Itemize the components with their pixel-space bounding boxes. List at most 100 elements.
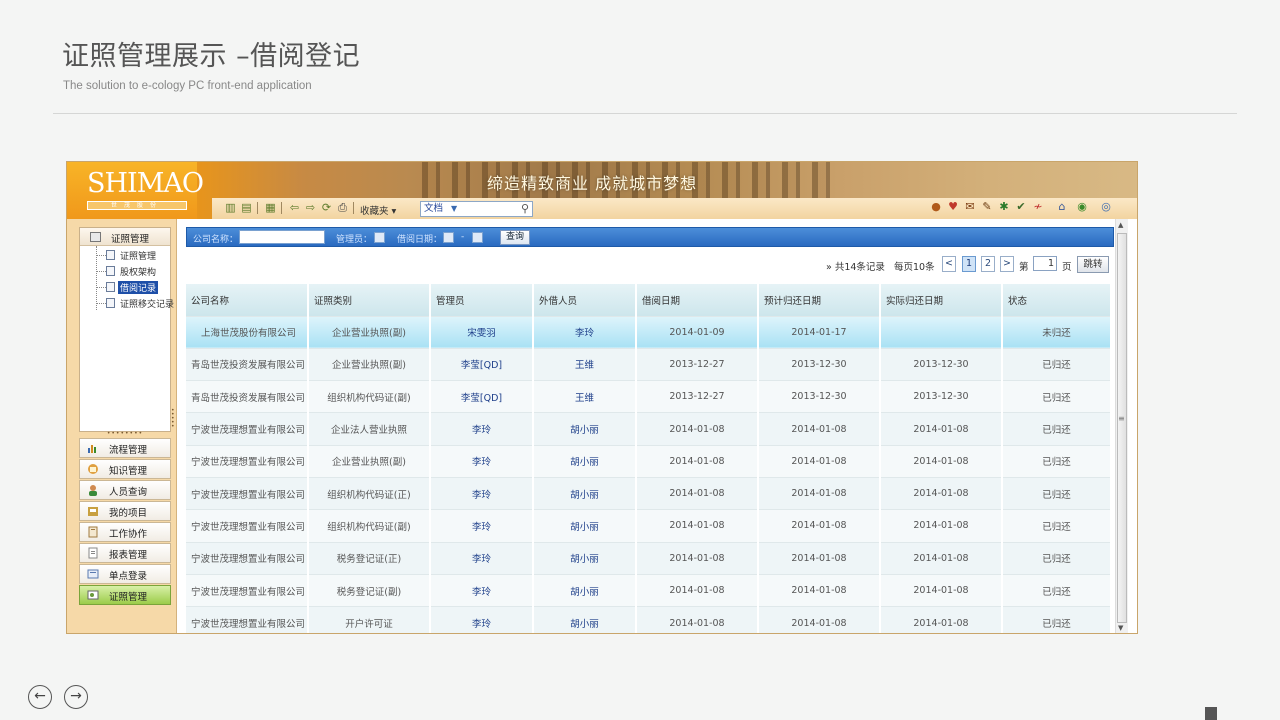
heart-icon[interactable]: ♥ bbox=[946, 200, 960, 214]
manager-cell[interactable]: 李玲 bbox=[430, 444, 534, 478]
certificate-type-cell: 组织机构代码证(副) bbox=[308, 509, 431, 543]
layout-rows-icon[interactable]: ▤ bbox=[240, 202, 253, 214]
borrow-date-cell: 2014-01-08 bbox=[636, 606, 759, 633]
manager-cell[interactable]: 李玲 bbox=[430, 412, 534, 446]
query-button[interactable]: 查询 bbox=[500, 230, 530, 245]
sidebar-panel-header[interactable]: 证照管理 bbox=[80, 228, 170, 246]
print-icon[interactable]: ⎙ bbox=[336, 202, 349, 214]
help-icon[interactable]: ◉ bbox=[1075, 200, 1089, 214]
menu-item-flow[interactable]: 流程管理 bbox=[79, 438, 171, 458]
menu-item-certificates[interactable]: 证照管理 bbox=[79, 585, 171, 605]
table-row[interactable]: 宁波世茂理想置业有限公司 企业法人营业执照 李玲 胡小丽 2014-01-08 2014-… bbox=[186, 412, 1112, 446]
calendar-from-icon[interactable] bbox=[443, 232, 454, 243]
next-page-button[interactable]: > bbox=[1000, 256, 1014, 272]
home-icon[interactable]: ⌂ bbox=[1055, 200, 1069, 214]
menu-item-label: 报表管理 bbox=[109, 550, 148, 561]
company-cell: 上海世茂股份有限公司 bbox=[186, 315, 309, 349]
menu-item-sso[interactable]: 单点登录 bbox=[79, 564, 171, 584]
corner-mark bbox=[1205, 707, 1217, 720]
tools-icon[interactable]: ✎ bbox=[980, 200, 994, 214]
manager-cell[interactable]: 李玲 bbox=[430, 606, 534, 633]
table-row[interactable]: 青岛世茂投资发展有限公司 组织机构代码证(副) 李莹[QD] 王维 2013-12-27… bbox=[186, 380, 1112, 413]
table-row[interactable]: 宁波世茂理想置业有限公司 开户许可证 李玲 胡小丽 2014-01-08 2014-01-… bbox=[186, 606, 1112, 633]
borrower-cell[interactable]: 胡小丽 bbox=[533, 541, 637, 575]
borrower-cell[interactable]: 胡小丽 bbox=[533, 606, 637, 633]
document-type-select[interactable]: 文档 ▼ ⚲ bbox=[420, 201, 533, 217]
column-header[interactable]: 实际归还日期 bbox=[880, 284, 1003, 316]
column-header[interactable]: 管理员 bbox=[430, 284, 534, 316]
column-header[interactable]: 预计归还日期 bbox=[758, 284, 881, 316]
calendar-to-icon[interactable] bbox=[472, 232, 483, 243]
sidebar-tree-panel: 证照管理 证照管理 股权架构 借阅记录 证照移交记录 bbox=[79, 227, 174, 432]
column-header[interactable]: 外借人员 bbox=[533, 284, 637, 316]
actual-return-cell: 2014-01-08 bbox=[880, 541, 1003, 575]
manager-cell[interactable]: 李玲 bbox=[430, 541, 534, 575]
borrower-cell[interactable]: 胡小丽 bbox=[533, 573, 637, 607]
signal-icon[interactable]: ≁ bbox=[1031, 200, 1045, 214]
column-header[interactable]: 公司名称 bbox=[186, 284, 309, 316]
toolbar-separator bbox=[281, 202, 282, 214]
plugin-icon[interactable]: ✱ bbox=[997, 200, 1011, 214]
table-row[interactable]: 青岛世茂投资发展有限公司 企业营业执照(副) 李莹[QD] 王维 2013-12-27 2… bbox=[186, 347, 1112, 381]
vertical-splitter[interactable]: • • • • • bbox=[171, 408, 175, 439]
horizontal-splitter[interactable]: •••••••• bbox=[105, 431, 145, 437]
manager-cell[interactable]: 李莹[QD] bbox=[430, 347, 534, 381]
borrower-cell[interactable]: 胡小丽 bbox=[533, 444, 637, 478]
table-row[interactable]: 宁波世茂理想置业有限公司 税务登记证(副) 李玲 胡小丽 2014-01-08 2014-… bbox=[186, 573, 1112, 607]
layout-columns-icon[interactable]: ▥ bbox=[224, 202, 237, 214]
search-icon[interactable]: ⚲ bbox=[521, 202, 529, 216]
slide-prev-button[interactable]: ← bbox=[28, 685, 52, 709]
table-row[interactable]: 宁波世茂理想置业有限公司 组织机构代码证(正) 李玲 胡小丽 2014-01-08 201… bbox=[186, 476, 1112, 510]
scroll-down-icon[interactable]: ▼ bbox=[1118, 624, 1123, 632]
borrower-cell[interactable]: 王维 bbox=[533, 347, 637, 381]
manager-cell[interactable]: 李玲 bbox=[430, 573, 534, 607]
column-header[interactable]: 状态 bbox=[1002, 284, 1112, 316]
table-row[interactable]: 宁波世茂理想置业有限公司 组织机构代码证(副) 李玲 胡小丽 2014-01-08 201… bbox=[186, 509, 1112, 543]
manager-cell[interactable]: 宋雯羽 bbox=[430, 315, 534, 349]
app-window: SHIMAO 世茂股份 缔造精致商业 成就城市梦想 ▥ ▤ ▦ ⇦ ⇨ ⟳ ⎙ … bbox=[66, 161, 1138, 634]
menu-item-collaboration[interactable]: 工作协作 bbox=[79, 522, 171, 542]
manager-cell[interactable]: 李玲 bbox=[430, 476, 534, 510]
borrower-cell[interactable]: 王维 bbox=[533, 380, 637, 413]
borrower-cell[interactable]: 胡小丽 bbox=[533, 509, 637, 543]
table-row[interactable]: 宁波世茂理想置业有限公司 企业营业执照(副) 李玲 胡小丽 2014-01-08 2014… bbox=[186, 444, 1112, 478]
company-cell: 宁波世茂理想置业有限公司 bbox=[186, 444, 309, 478]
manager-cell[interactable]: 李莹[QD] bbox=[430, 380, 534, 413]
menu-item-knowledge[interactable]: 知识管理 bbox=[79, 459, 171, 479]
menu-item-reports[interactable]: 报表管理 bbox=[79, 543, 171, 563]
globe-icon[interactable]: ● bbox=[929, 200, 943, 214]
favorites-menu[interactable]: 收藏夹 ▾ bbox=[360, 203, 396, 217]
scrollbar-thumb[interactable] bbox=[1117, 233, 1127, 623]
manager-cell[interactable]: 李玲 bbox=[430, 509, 534, 543]
vertical-scrollbar[interactable]: ▲ ≡ ▼ bbox=[1115, 219, 1128, 633]
actual-return-cell: 2014-01-08 bbox=[880, 509, 1003, 543]
forward-arrow-icon[interactable]: ⇨ bbox=[304, 202, 317, 214]
column-header[interactable]: 证照类别 bbox=[308, 284, 431, 316]
check-icon[interactable]: ✔ bbox=[1014, 200, 1028, 214]
expected-return-cell: 2013-12-30 bbox=[758, 380, 881, 413]
manager-picker-icon[interactable] bbox=[374, 232, 385, 243]
panel-toggle-icon[interactable]: ▦ bbox=[264, 202, 277, 214]
borrower-cell[interactable]: 胡小丽 bbox=[533, 476, 637, 510]
goto-button[interactable]: 跳转 bbox=[1077, 256, 1109, 273]
table-row[interactable]: 宁波世茂理想置业有限公司 税务登记证(正) 李玲 胡小丽 2014-01-08 2014-… bbox=[186, 541, 1112, 575]
column-header[interactable]: 借阅日期 bbox=[636, 284, 759, 316]
goto-page-input[interactable]: 1 bbox=[1033, 256, 1057, 271]
power-icon[interactable]: ◎ bbox=[1099, 200, 1113, 214]
back-arrow-icon[interactable]: ⇦ bbox=[288, 202, 301, 214]
expected-return-cell: 2014-01-08 bbox=[758, 476, 881, 510]
company-name-label: 公司名称： bbox=[193, 235, 239, 245]
page-1-button[interactable]: 1 bbox=[962, 256, 976, 272]
borrower-cell[interactable]: 李玲 bbox=[533, 315, 637, 349]
table-row[interactable]: 上海世茂股份有限公司 企业营业执照(副) 宋雯羽 李玲 2014-01-09 2014-0… bbox=[186, 315, 1112, 349]
company-name-input[interactable] bbox=[239, 230, 325, 244]
prev-page-button[interactable]: < bbox=[942, 256, 956, 272]
borrower-cell[interactable]: 胡小丽 bbox=[533, 412, 637, 446]
menu-item-people[interactable]: 人员查询 bbox=[79, 480, 171, 500]
refresh-icon[interactable]: ⟳ bbox=[320, 202, 333, 214]
scroll-up-icon[interactable]: ▲ bbox=[1118, 221, 1123, 229]
slide-next-button[interactable]: → bbox=[64, 685, 88, 709]
menu-item-projects[interactable]: 我的项目 bbox=[79, 501, 171, 521]
mail-icon[interactable]: ✉ bbox=[963, 200, 977, 214]
page-2-button[interactable]: 2 bbox=[981, 256, 995, 272]
